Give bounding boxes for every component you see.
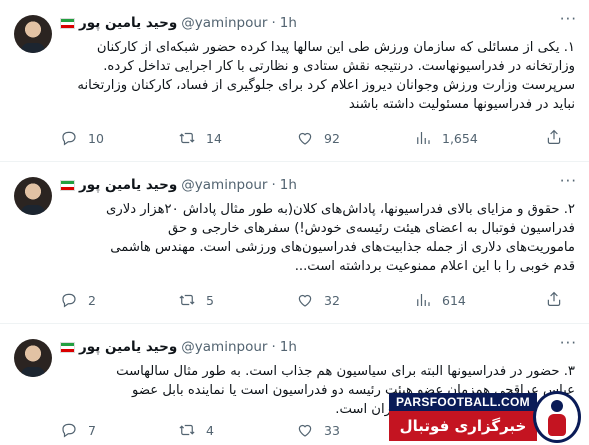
retweet-icon xyxy=(179,132,195,144)
watermark-tagline: خبرگزاری فوتبال ایران xyxy=(389,411,537,441)
retweet-icon xyxy=(179,294,195,306)
retweet-button[interactable]: 14 xyxy=(178,129,296,147)
handle[interactable]: @yaminpour xyxy=(181,339,267,355)
views-count: 1,654 xyxy=(442,130,478,146)
separator-dot: · xyxy=(271,339,276,355)
iran-flag-icon xyxy=(60,341,75,353)
share-icon xyxy=(547,129,561,144)
watermark-site: PARSFOOTBALL.COM xyxy=(389,393,537,411)
views-button[interactable]: 614 xyxy=(414,291,532,309)
tweet-text-line: ماموریت‌های دلاری از جمله جذابیت‌های فدر… xyxy=(110,240,575,255)
share-button[interactable] xyxy=(545,128,563,149)
views-chart-icon xyxy=(417,294,430,306)
like-button[interactable]: 32 xyxy=(296,291,414,309)
timestamp[interactable]: 1h xyxy=(280,177,297,193)
handle[interactable]: @yaminpour xyxy=(181,15,267,31)
more-horizontal-icon[interactable]: ··· xyxy=(560,172,577,190)
tweet-text-line: نباید در فدراسیونها مسئولیت داشته باشند xyxy=(348,97,575,112)
reply-button[interactable]: 10 xyxy=(60,129,178,147)
heart-icon xyxy=(298,294,312,307)
retweet-button[interactable]: 4 xyxy=(178,421,296,439)
tweet-2[interactable]: وحید یامین پور @yaminpour · 1h ··· ۲. حق… xyxy=(0,162,589,324)
share-icon xyxy=(547,291,561,306)
more-horizontal-icon[interactable]: ··· xyxy=(560,10,577,28)
avatar[interactable] xyxy=(14,177,52,215)
retweet-count: 5 xyxy=(206,292,214,308)
heart-icon xyxy=(298,132,312,145)
reply-icon xyxy=(62,293,76,308)
tweet-text-line: ۳. حضور در فدراسیونها البته برای سیاسیون… xyxy=(116,364,575,379)
tweet-text: ۲. حقوق و مزایای بالای فدراسیونها، پاداش… xyxy=(60,200,575,276)
tweet-text-line: قدم خوبی را با این اعلام ممنوعیت برداشته… xyxy=(294,259,575,274)
like-count: 33 xyxy=(324,422,340,438)
tweet-header: وحید یامین پور @yaminpour · 1h xyxy=(60,338,297,356)
like-count: 32 xyxy=(324,292,340,308)
display-name[interactable]: وحید یامین پور xyxy=(79,177,177,193)
separator-dot: · xyxy=(271,177,276,193)
tweet-text: ۱. یکی از مسائلی که سازمان ورزش طی این س… xyxy=(60,38,575,114)
share-button[interactable] xyxy=(545,290,563,311)
tweet-header: وحید یامین پور @yaminpour · 1h xyxy=(60,176,297,194)
reply-count: 2 xyxy=(88,292,96,308)
views-chart-icon xyxy=(417,132,430,144)
timestamp[interactable]: 1h xyxy=(280,15,297,31)
reply-icon xyxy=(62,131,76,146)
retweet-count: 14 xyxy=(206,130,222,146)
views-count: 614 xyxy=(442,292,466,308)
tweet-text-line: ۲. حقوق و مزایای بالای فدراسیونها، پاداش… xyxy=(106,202,575,217)
iran-flag-icon xyxy=(60,17,75,29)
display-name[interactable]: وحید یامین پور xyxy=(79,339,177,355)
tweet-text-line: وزارتخانه در فدراسیونهاست. درنتیجه نقش س… xyxy=(103,59,575,74)
more-horizontal-icon[interactable]: ··· xyxy=(560,334,577,352)
tweet-actions: 2 5 32 614 xyxy=(60,290,577,310)
reply-button[interactable]: 7 xyxy=(60,421,178,439)
separator-dot: · xyxy=(271,15,276,31)
display-name[interactable]: وحید یامین پور xyxy=(79,15,177,31)
reply-icon xyxy=(62,423,76,438)
retweet-count: 4 xyxy=(206,422,214,438)
heart-icon xyxy=(298,424,312,437)
tweet-1[interactable]: وحید یامین پور @yaminpour · 1h ··· ۱. یک… xyxy=(0,0,589,162)
avatar[interactable] xyxy=(14,339,52,377)
reply-count: 7 xyxy=(88,422,96,438)
handle[interactable]: @yaminpour xyxy=(181,177,267,193)
timestamp[interactable]: 1h xyxy=(280,339,297,355)
parsfootball-logo-icon xyxy=(533,391,581,443)
retweet-button[interactable]: 5 xyxy=(178,291,296,309)
tweet-text-line: سرپرست وزارت ورزش وجوانان دیروز اعلام کر… xyxy=(77,78,575,93)
tweet-actions: 10 14 92 1,654 xyxy=(60,128,577,148)
iran-flag-icon xyxy=(60,179,75,191)
like-button[interactable]: 92 xyxy=(296,129,414,147)
like-count: 92 xyxy=(324,130,340,146)
parsfootball-watermark: PARSFOOTBALL.COM خبرگزاری فوتبال ایران xyxy=(389,391,589,445)
tweet-text-line: فدراسیون فوتبال به اعضای هیئت رئیسه‌ی خو… xyxy=(167,221,575,236)
reply-button[interactable]: 2 xyxy=(60,291,178,309)
reply-count: 10 xyxy=(88,130,104,146)
retweet-icon xyxy=(179,424,195,436)
avatar[interactable] xyxy=(14,15,52,53)
tweet-header: وحید یامین پور @yaminpour · 1h xyxy=(60,14,297,32)
tweet-text-line: ۱. یکی از مسائلی که سازمان ورزش طی این س… xyxy=(96,40,575,55)
views-button[interactable]: 1,654 xyxy=(414,129,532,147)
